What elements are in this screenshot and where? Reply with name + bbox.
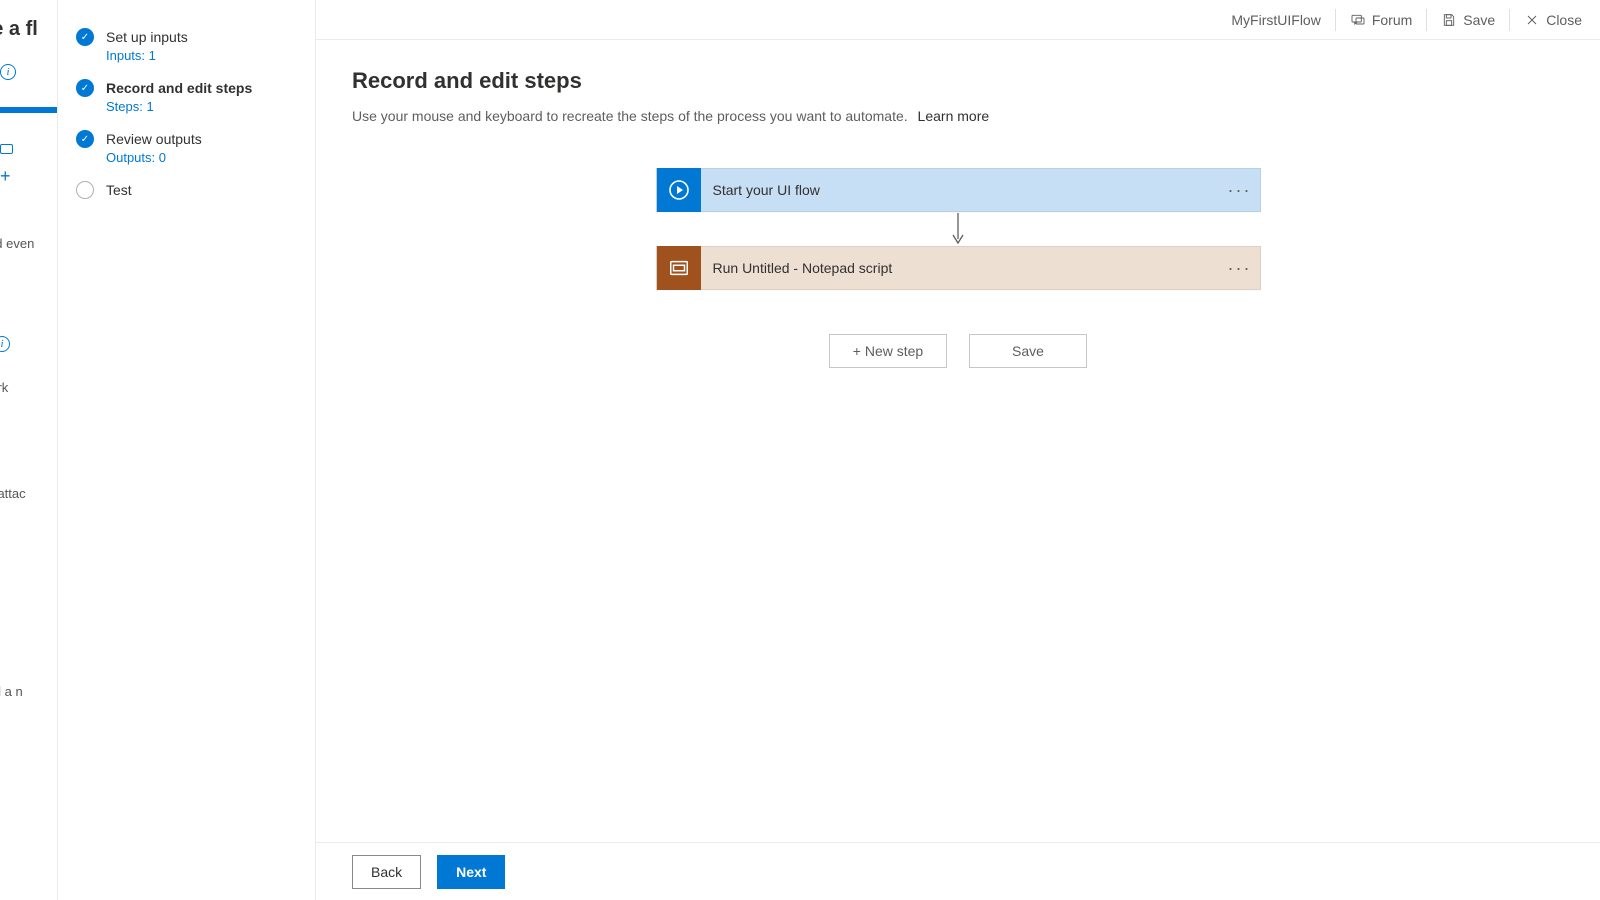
flow-card-start[interactable]: Start your UI flow ··· bbox=[656, 168, 1261, 212]
cropped-text: e work bbox=[0, 380, 8, 395]
check-icon bbox=[76, 28, 94, 46]
card-menu-button[interactable]: ··· bbox=[1220, 258, 1260, 279]
next-button[interactable]: Next bbox=[437, 855, 505, 889]
cropped-text: mail attac bbox=[0, 486, 26, 501]
cropped-title: ake a fl bbox=[0, 18, 38, 41]
flow-connector bbox=[948, 212, 968, 246]
wizard-steps-panel: Set up inputs Inputs: 1 Record and edit … bbox=[58, 0, 316, 900]
close-button[interactable]: Close bbox=[1510, 0, 1596, 40]
wizard-step-title: Set up inputs bbox=[106, 28, 188, 46]
page-title: Record and edit steps bbox=[352, 68, 1564, 94]
page-description: Use your mouse and keyboard to recreate … bbox=[352, 108, 1564, 124]
active-nav-indicator bbox=[0, 107, 58, 113]
close-icon bbox=[1524, 12, 1540, 28]
page-description-text: Use your mouse and keyboard to recreate … bbox=[352, 108, 908, 124]
wizard-step-record[interactable]: Record and edit steps Steps: 1 bbox=[76, 71, 315, 122]
nav-icon-square bbox=[0, 144, 13, 154]
wizard-step-outputs[interactable]: Review outputs Outputs: 0 bbox=[76, 122, 315, 173]
flow-card-label: Run Untitled - Notepad script bbox=[701, 260, 1220, 276]
close-label: Close bbox=[1546, 12, 1582, 28]
topbar: MyFirstUIFlow Forum Save Close bbox=[316, 0, 1600, 40]
wizard-step-title: Test bbox=[106, 181, 132, 199]
info-icon: i bbox=[0, 64, 16, 80]
learn-more-link[interactable]: Learn more bbox=[918, 108, 990, 124]
save-button[interactable]: Save bbox=[1427, 0, 1509, 40]
flow-canvas: Start your UI flow ··· Run Untitled - No… bbox=[352, 168, 1564, 368]
wizard-step-meta: Inputs: 1 bbox=[106, 48, 188, 63]
play-circle-icon bbox=[657, 168, 701, 212]
forum-button[interactable]: Forum bbox=[1336, 0, 1426, 40]
flow-card-label: Start your UI flow bbox=[701, 182, 1220, 198]
flow-card-run-script[interactable]: Run Untitled - Notepad script ··· bbox=[656, 246, 1261, 290]
check-icon bbox=[76, 130, 94, 148]
wizard-step-inputs[interactable]: Set up inputs Inputs: 1 bbox=[76, 20, 315, 71]
cropped-background-nav: ake a fl i + nated even ate i e work mai… bbox=[0, 0, 58, 900]
save-label: Save bbox=[1463, 12, 1495, 28]
wizard-step-meta: Outputs: 0 bbox=[106, 150, 202, 165]
card-menu-button[interactable]: ··· bbox=[1220, 180, 1260, 201]
info-icon: i bbox=[0, 336, 10, 352]
script-window-icon bbox=[657, 246, 701, 290]
canvas-save-button[interactable]: Save bbox=[969, 334, 1087, 368]
empty-step-icon bbox=[76, 181, 94, 199]
wizard-step-title: Review outputs bbox=[106, 130, 202, 148]
back-button[interactable]: Back bbox=[352, 855, 421, 889]
save-icon bbox=[1441, 12, 1457, 28]
forum-icon bbox=[1350, 12, 1366, 28]
new-step-button[interactable]: + New step bbox=[829, 334, 947, 368]
wizard-step-test[interactable]: Test bbox=[76, 173, 315, 207]
wizard-step-meta: Steps: 1 bbox=[106, 99, 252, 114]
cropped-text: email a n bbox=[0, 684, 23, 699]
wizard-footer: Back Next bbox=[316, 842, 1600, 900]
nav-icon-plus: + bbox=[0, 166, 11, 187]
check-icon bbox=[76, 79, 94, 97]
cropped-text: nated even bbox=[0, 236, 34, 251]
cropped-text: ate i bbox=[0, 336, 10, 352]
flow-name: MyFirstUIFlow bbox=[1217, 12, 1334, 28]
forum-label: Forum bbox=[1372, 12, 1412, 28]
wizard-step-title: Record and edit steps bbox=[106, 79, 252, 97]
